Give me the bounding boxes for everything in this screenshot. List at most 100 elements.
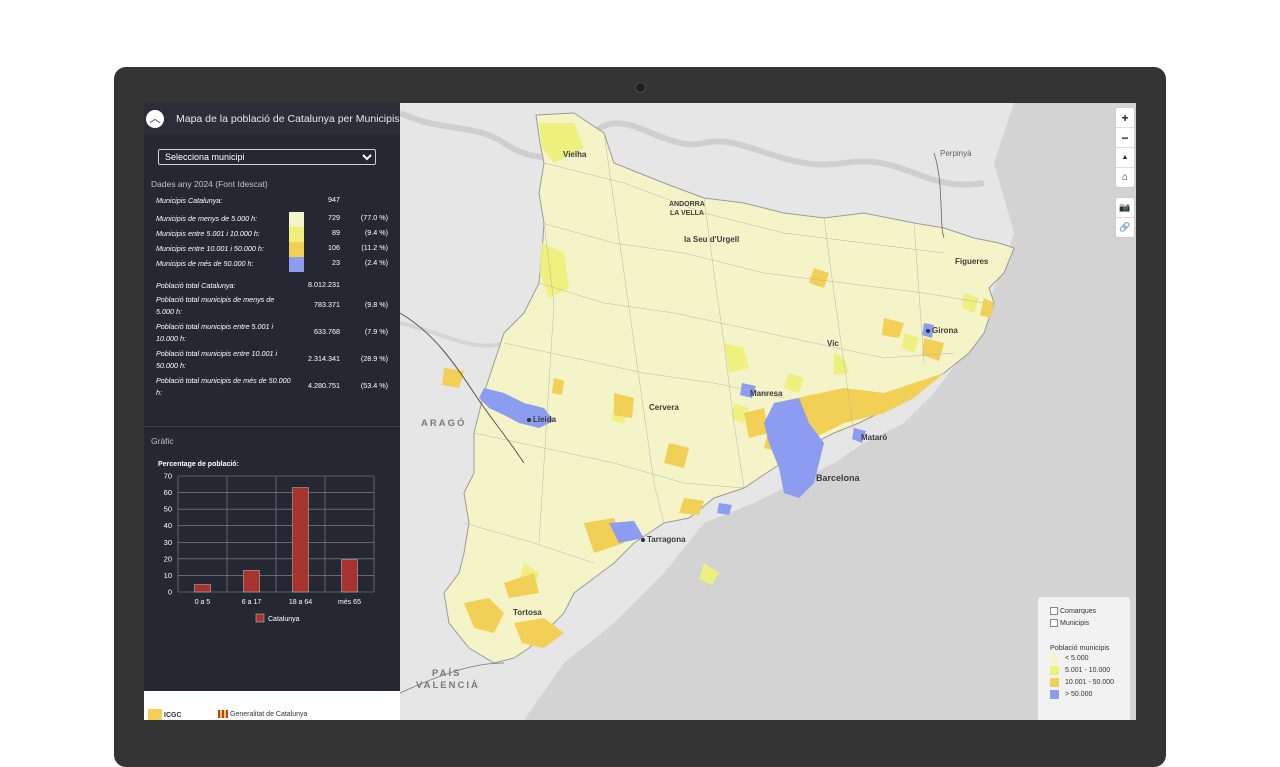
collapse-chevron-up-icon[interactable]: ︿ — [146, 110, 164, 128]
stat-value: 89 — [332, 228, 340, 237]
legend-label: 5.001 - 10.000 — [1065, 666, 1111, 674]
pop-value: 4.280.751 — [308, 381, 340, 390]
panel-divider — [144, 426, 400, 427]
city-dot-icon — [641, 537, 645, 542]
y-tick-label: 70 — [164, 472, 172, 481]
bar — [292, 487, 309, 593]
y-tick-label: 60 — [164, 488, 172, 497]
stat-label: Municipis entre 10.001 i 50.000 h: — [156, 244, 264, 253]
bar — [243, 570, 260, 593]
legend-item: 5.001 - 10.000 — [1050, 664, 1130, 676]
place-label-seu-urgell: la Seu d'Urgell — [684, 235, 740, 244]
pop-label: Població total Catalunya: — [156, 281, 236, 290]
legend-swatch — [255, 613, 265, 623]
city-dot-icon — [527, 417, 531, 422]
bar — [194, 584, 211, 593]
toggle-municipis[interactable]: Municipis — [1050, 617, 1130, 629]
stat-pct: (9.4 %) — [364, 228, 388, 237]
generalitat-flag-icon — [218, 710, 228, 718]
checkbox-icon[interactable] — [1050, 619, 1058, 627]
region-label-valencia: VALENCIÀ — [416, 680, 480, 691]
legend-title: Població municipis — [1050, 643, 1110, 652]
place-label-barcelona: Barcelona — [816, 473, 860, 483]
x-tick-label: 6 a 17 — [242, 599, 262, 606]
checkbox-icon[interactable] — [1050, 607, 1058, 615]
x-tick-label: 18 a 64 — [289, 599, 312, 606]
compass-north-icon[interactable]: ▲ — [1116, 148, 1134, 168]
footer-logos: ICGC Generalitat de Catalunya — [144, 691, 400, 720]
legend-label: 10.001 - 50.000 — [1065, 678, 1115, 686]
place-label-cervera: Cervera — [649, 403, 679, 412]
screen: Vielha ANDORRA LA VELLA la Seu d'Urgell … — [144, 103, 1136, 720]
bar — [341, 559, 358, 593]
pop-pct: (53.4 %) — [360, 381, 388, 390]
icgc-logo-text: ICGC — [164, 712, 182, 719]
data-heading: Dades any 2024 (Font Idescat) — [151, 179, 268, 189]
pop-value: 633.768 — [314, 327, 340, 336]
stat-pct: (2.4 %) — [364, 258, 388, 267]
stat-pct: (11.2 %) — [361, 243, 388, 252]
place-label-tortosa: Tortosa — [513, 608, 542, 617]
pop-label: Població total municipis de més de 50.00… — [156, 376, 291, 397]
panel-title: Mapa de la població de Catalunya per Mun… — [176, 113, 400, 125]
legend-item: > 50.000 — [1050, 688, 1130, 700]
pop-pct: (28.9 %) — [360, 354, 388, 363]
y-tick-label: 30 — [164, 538, 172, 547]
chart-section: Gràfic Percentage de població: 0 10 20 30 40 5… — [144, 436, 400, 631]
place-label-mataro: Mataró — [861, 433, 888, 442]
panel-header: ︿ Mapa de la població de Catalunya per M… — [144, 103, 400, 135]
link-icon[interactable]: 🔗 — [1116, 218, 1134, 237]
home-view-button[interactable]: ⌂ — [1116, 168, 1134, 187]
y-tick-label: 0 — [168, 588, 172, 597]
chart-title: Percentage de població: — [158, 461, 239, 468]
legend-swatch — [1050, 677, 1059, 687]
city-dot-icon — [926, 328, 930, 333]
legend-label: > 50.000 — [1065, 690, 1093, 698]
pop-value: 2.314.341 — [308, 354, 340, 363]
pop-label: Població total municipis entre 5.001 i 1… — [156, 322, 274, 343]
place-label-figueres: Figueres — [955, 257, 989, 266]
chart-heading: Gràfic — [151, 436, 174, 446]
legend-swatch — [1050, 653, 1059, 663]
place-label-vielha: Vielha — [563, 150, 587, 159]
camera-icon[interactable]: 📷 — [1116, 198, 1134, 218]
place-label-perpinya: Perpinyà — [940, 149, 972, 158]
place-name: Girona — [932, 326, 958, 335]
municipality-select[interactable]: Selecciona municipi — [158, 149, 376, 165]
select-wrap: Selecciona municipi — [144, 135, 400, 179]
region-label-pais: PAÍS — [432, 668, 462, 679]
y-tick-label: 50 — [164, 505, 172, 514]
y-tick-label: 20 — [164, 554, 172, 563]
legend-swatch — [1050, 665, 1059, 675]
toggle-label: Municipis — [1060, 619, 1090, 627]
icgc-logo-icon — [148, 709, 162, 720]
y-tick-label: 40 — [164, 521, 172, 530]
legend-item: 10.001 - 50.000 — [1050, 676, 1130, 688]
zoom-in-button[interactable]: + — [1116, 108, 1134, 128]
pop-label: Població total municipis de menys de 5.0… — [156, 295, 275, 316]
pop-value: 8.012.231 — [308, 280, 340, 289]
place-label-tarragona: Tarragona — [641, 535, 686, 544]
stat-pct: (77.0 %) — [360, 213, 388, 222]
legend-item: < 5.000 — [1050, 652, 1130, 664]
place-name: Lleida — [533, 415, 557, 424]
pop-value: 783.371 — [314, 300, 340, 309]
zoom-out-button[interactable]: − — [1116, 128, 1134, 148]
x-tick-label: més 65 — [338, 599, 361, 606]
place-label-lleida: Lleida — [527, 415, 556, 424]
pop-pct: (9.8 %) — [364, 300, 388, 309]
info-panel: ︿ Mapa de la població de Catalunya per M… — [144, 103, 400, 691]
stat-value: 106 — [328, 243, 340, 252]
toggle-comarques[interactable]: Comarques — [1050, 605, 1130, 617]
place-label-andorra: ANDORRA — [669, 201, 705, 208]
region-label-arago: ARAGÓ — [421, 418, 467, 429]
zoom-controls: + − ▲ ⌂ — [1115, 107, 1135, 188]
place-label-la-vella: LA VELLA — [670, 210, 704, 217]
generalitat-label: Generalitat de Catalunya — [230, 711, 308, 718]
population-bar-chart: Percentage de població: 0 10 20 30 40 50 60 70 0 … — [158, 461, 375, 623]
stat-label: Municipis entre 5.001 i 10.000 h: — [156, 229, 260, 238]
tool-controls: 📷 🔗 — [1115, 197, 1135, 238]
x-tick-label: 0 a 5 — [195, 599, 211, 606]
stat-value: 947 — [328, 195, 340, 204]
stat-value: 729 — [328, 213, 340, 222]
